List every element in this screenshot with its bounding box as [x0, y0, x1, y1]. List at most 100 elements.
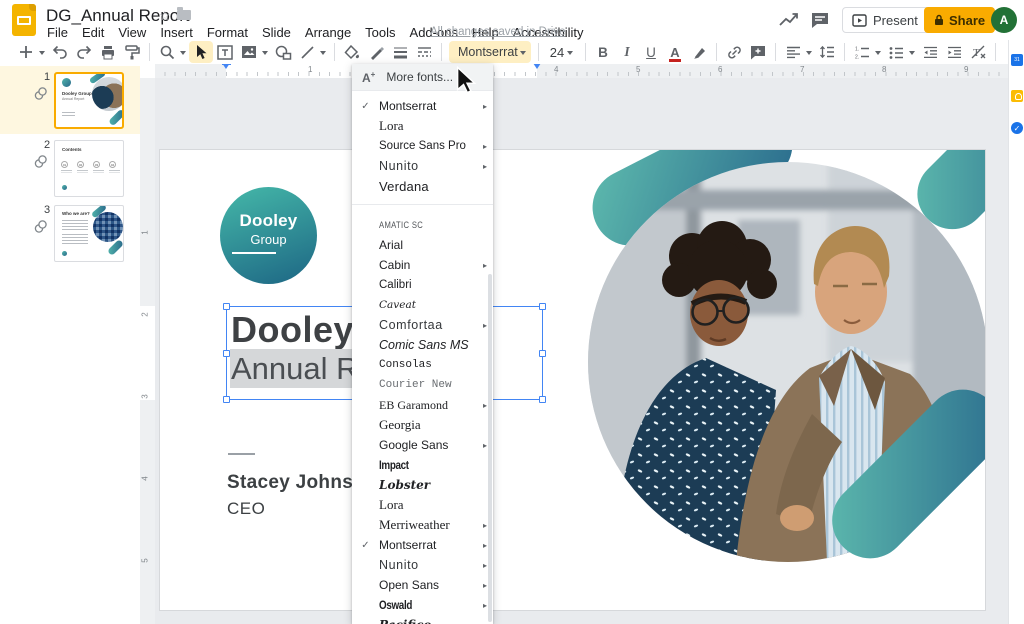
font-item-caveat[interactable]: Caveat: [352, 295, 493, 315]
fill-color-button[interactable]: [340, 41, 364, 63]
font-item-source-sans-pro[interactable]: Source Sans Pro ▸: [352, 136, 493, 156]
add-comment-button[interactable]: [746, 41, 770, 63]
left-indent-marker[interactable]: [222, 63, 230, 73]
share-button[interactable]: Share: [924, 7, 995, 33]
company-logo[interactable]: Dooley Group: [220, 187, 317, 284]
line-tool[interactable]: [295, 41, 319, 63]
insert-image-button[interactable]: [237, 41, 261, 63]
slide-canvas[interactable]: Dooley Group Stacey Johnson CEO Dooley A…: [160, 150, 985, 610]
underline-button[interactable]: U: [639, 41, 663, 63]
zoom-button[interactable]: [155, 41, 179, 63]
editing-canvas[interactable]: Dooley Group Stacey Johnson CEO Dooley A…: [155, 78, 1008, 624]
font-item-comfortaa[interactable]: Comfortaa▸: [352, 315, 493, 335]
resize-handle-ne[interactable]: [539, 303, 546, 310]
redo-button[interactable]: [72, 41, 96, 63]
horizontal-ruler[interactable]: 1 2 3 4 5 6 7 8 9: [155, 62, 1008, 78]
comments-icon[interactable]: [810, 10, 830, 30]
insert-image-dropdown[interactable]: [262, 51, 268, 58]
border-color-button[interactable]: [364, 41, 388, 63]
transition-icon[interactable]: [34, 155, 47, 173]
slide-title-line2[interactable]: Annual R: [230, 351, 360, 387]
resize-handle-w[interactable]: [223, 350, 230, 357]
activity-icon[interactable]: [778, 10, 800, 30]
font-size-select[interactable]: 24: [544, 45, 580, 60]
border-dash-button[interactable]: [412, 41, 436, 63]
font-item-georgia[interactable]: Georgia: [352, 415, 493, 435]
border-weight-button[interactable]: [388, 41, 412, 63]
font-family-select[interactable]: Montserrat: [449, 41, 531, 63]
numbered-list-dropdown[interactable]: [875, 51, 881, 58]
slide-title-line1[interactable]: Dooley: [231, 309, 354, 351]
slide-thumbnail-2[interactable]: Contents 01 02 03 04: [54, 140, 124, 197]
font-item-oswald[interactable]: Oswald▸: [352, 595, 493, 615]
shape-tool[interactable]: [271, 41, 295, 63]
print-button[interactable]: [96, 41, 120, 63]
font-item-comic-sans-ms[interactable]: Comic Sans MS: [352, 335, 493, 355]
font-item-google-sans[interactable]: Google Sans▸: [352, 435, 493, 455]
font-menu-scrollbar[interactable]: [488, 274, 492, 622]
resize-handle-sw[interactable]: [223, 396, 230, 403]
decrease-indent-button[interactable]: [918, 41, 942, 63]
transition-icon[interactable]: [34, 220, 47, 238]
undo-button[interactable]: [48, 41, 72, 63]
line-tool-dropdown[interactable]: [320, 51, 326, 58]
font-item-pacifico[interactable]: Pacifico: [352, 615, 493, 624]
menu-tools[interactable]: Tools: [363, 24, 397, 41]
avatar[interactable]: A: [991, 7, 1017, 33]
font-item-nunito[interactable]: Nunito ▸: [352, 156, 493, 176]
text-color-button[interactable]: A: [663, 41, 687, 63]
align-dropdown[interactable]: [806, 51, 812, 58]
align-button[interactable]: [781, 41, 805, 63]
save-status[interactable]: All changes saved in Drive: [430, 26, 566, 38]
font-item-nunito[interactable]: Nunito▸: [352, 555, 493, 575]
bold-button[interactable]: B: [591, 41, 615, 63]
divider-dash[interactable]: [228, 453, 255, 455]
line-spacing-button[interactable]: [815, 41, 839, 63]
font-item-verdana[interactable]: Verdana: [352, 176, 493, 196]
move-folder-icon[interactable]: [177, 10, 191, 20]
new-slide-dropdown[interactable]: [39, 51, 45, 58]
menu-insert[interactable]: Insert: [158, 24, 195, 41]
slide-thumbnail-3[interactable]: Who we are?: [54, 205, 124, 262]
resize-handle-se[interactable]: [539, 396, 546, 403]
person-role-text[interactable]: CEO: [227, 499, 265, 519]
resize-handle-e[interactable]: [539, 350, 546, 357]
font-item-consolas[interactable]: Consolas: [352, 355, 493, 375]
menu-format[interactable]: Format: [205, 24, 250, 41]
font-item-montserrat[interactable]: ✓ Montserrat ▸: [352, 96, 493, 116]
font-item-lora[interactable]: Lora: [352, 116, 493, 136]
clear-formatting-button[interactable]: T: [966, 41, 990, 63]
star-icon[interactable]: ☆: [159, 8, 171, 24]
select-tool[interactable]: [189, 41, 213, 63]
font-item-open-sans[interactable]: Open Sans▸: [352, 575, 493, 595]
text-box-tool[interactable]: [213, 41, 237, 63]
bulleted-list-dropdown[interactable]: [909, 51, 915, 58]
new-slide-button[interactable]: [14, 41, 38, 63]
filmstrip-row-2[interactable]: 2 Contents 01 02 03 04: [0, 136, 140, 200]
tasks-icon[interactable]: ✓: [1011, 122, 1023, 134]
increase-indent-button[interactable]: [942, 41, 966, 63]
keep-icon[interactable]: [1011, 90, 1023, 102]
right-indent-marker[interactable]: [533, 63, 541, 73]
transition-icon[interactable]: [34, 87, 47, 105]
font-item-calibri[interactable]: Calibri: [352, 275, 493, 295]
filmstrip-row-1[interactable]: 1 Dooley Group Annual Report: [0, 66, 140, 134]
menu-slide[interactable]: Slide: [260, 24, 293, 41]
paint-format-button[interactable]: [120, 41, 144, 63]
bulleted-list-button[interactable]: [884, 41, 908, 63]
slides-logo-icon[interactable]: [12, 4, 36, 36]
font-item-arial[interactable]: Arial: [352, 235, 493, 255]
resize-handle-nw[interactable]: [223, 303, 230, 310]
zoom-dropdown[interactable]: [180, 51, 186, 58]
font-item-montserrat[interactable]: ✓Montserrat▸: [352, 535, 493, 555]
font-item-merriweather[interactable]: Merriweather▸: [352, 515, 493, 535]
font-item-impact[interactable]: Impact: [352, 455, 493, 475]
font-item-eb-garamond[interactable]: EB Garamond▸: [352, 395, 493, 415]
font-item-courier-new[interactable]: Courier New: [352, 375, 493, 395]
italic-button[interactable]: I: [615, 41, 639, 63]
highlight-color-button[interactable]: [687, 41, 711, 63]
insert-link-button[interactable]: [722, 41, 746, 63]
filmstrip-row-3[interactable]: 3 Who we are?: [0, 201, 140, 265]
font-item-lora[interactable]: Lora: [352, 495, 493, 515]
font-item-amatic-sc[interactable]: Amatic SC: [352, 215, 493, 235]
